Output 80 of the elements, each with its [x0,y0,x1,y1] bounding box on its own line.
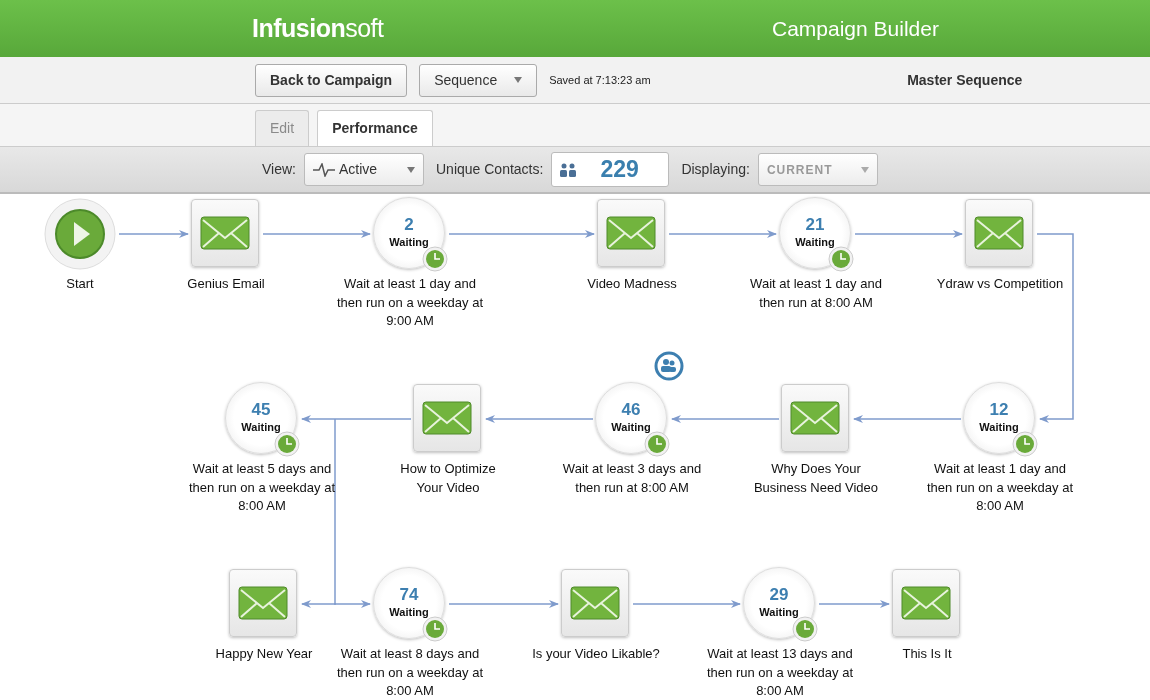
node-label: Wait at least 1 day and then run on a weekday at 8:00 AM [926,460,1074,515]
envelope-icon [606,216,656,250]
caret-icon [407,166,415,173]
pulse-icon [313,162,335,177]
email-node[interactable] [229,569,297,637]
clock-icon [274,431,300,457]
waiting-label: Waiting [611,419,651,435]
waiting-label: Waiting [979,419,1019,435]
connector-arrow [118,230,189,238]
people-icon [560,162,577,177]
email-node[interactable] [965,199,1033,267]
timer-node[interactable]: 74 Waiting [373,567,445,639]
view-label: View: [262,160,296,179]
envelope-icon [422,401,472,435]
contacts-label: Unique Contacts: [436,160,544,179]
clock-icon [422,246,448,272]
node-label: Wait at least 3 days and then run at 8:00 AM [561,460,703,497]
node-label: How to Optimize Your Video [399,460,497,497]
timer-node[interactable]: 12 Waiting [963,382,1035,454]
logo: Infusionsoft [252,12,385,44]
node-label: Ydraw vs Competition [935,275,1065,293]
clock-icon [644,431,670,457]
caret-icon [860,166,869,173]
waiting-label: Waiting [759,604,799,620]
node-label: Is your Video Likable? [531,645,661,663]
email-node[interactable] [413,384,481,452]
node-label: Wait at least 5 days and then run on a weekday at 8:00 AM [188,460,336,515]
page-title: Campaign Builder [772,15,939,42]
envelope-icon [974,216,1024,250]
node-label: Genius Email [186,275,266,293]
envelope-icon [901,586,951,620]
waiting-count: 2 [404,215,414,234]
view-dropdown[interactable]: Active [304,153,424,186]
node-label: Wait at least 8 days and then run on a weekday at 8:00 AM [336,645,484,700]
node-label: Wait at least 1 day and then run on a weekday at 9:00 AM [336,275,484,330]
saved-status: Saved at 7:13:23 am [549,72,652,88]
connector-arrow [818,600,890,608]
email-node[interactable] [191,199,259,267]
waiting-label: Waiting [389,234,429,250]
waiting-count: 45 [251,400,271,419]
waiting-label: Waiting [241,419,281,435]
clock-icon [792,616,818,642]
clock-icon [1012,431,1038,457]
node-label: Happy New Year [214,645,314,663]
displaying-label: Displaying: [681,160,750,179]
email-node[interactable] [597,199,665,267]
timer-node[interactable]: 45 Waiting [225,382,297,454]
node-label: Why Does Your Business Need Video [752,460,880,497]
sequence-name: Master Sequence [907,70,1023,90]
clock-icon [828,246,854,272]
node-label: Video Madness [586,275,678,293]
timer-node[interactable]: 29 Waiting [743,567,815,639]
email-node[interactable] [892,569,960,637]
timer-node[interactable]: 21 Waiting [779,197,851,269]
start-node [44,198,116,270]
waiting-count: 21 [805,215,825,234]
waiting-count: 29 [769,585,789,604]
waiting-count: 12 [989,400,1009,419]
waiting-count: 46 [621,400,641,419]
back-button[interactable]: Back to Campaign [255,63,408,97]
email-node[interactable] [561,569,629,637]
tab[interactable]: Performance [317,110,433,146]
envelope-icon [200,216,250,250]
envelope-icon [790,401,840,435]
contacts-count: 229 [600,155,639,185]
sequence-dropdown[interactable]: Sequence [419,63,538,97]
clock-icon [422,616,448,642]
node-label: Wait at least 13 days and then run on a weekday at 8:00 AM [706,645,854,700]
node-label: This Is It [901,645,953,663]
timer-node[interactable]: 2 Waiting [373,197,445,269]
envelope-icon [238,586,288,620]
waiting-count: 74 [399,585,419,604]
envelope-icon [570,586,620,620]
caret-icon [514,77,523,83]
waiting-label: Waiting [795,234,835,250]
timer-node[interactable]: 46 Waiting [595,382,667,454]
node-label: Wait at least 1 day and then run at 8:00 AM [749,275,883,312]
node-label: Start [65,275,95,293]
waiting-label: Waiting [389,604,429,620]
email-node[interactable] [781,384,849,452]
